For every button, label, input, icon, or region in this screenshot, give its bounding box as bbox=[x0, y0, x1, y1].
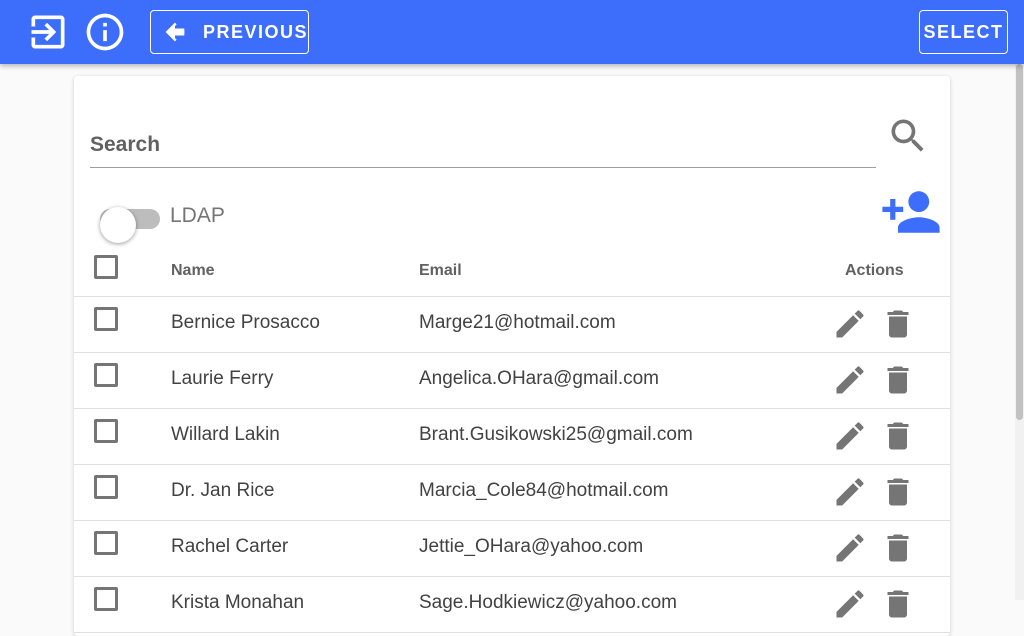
scrollbar-thumb[interactable] bbox=[1016, 64, 1023, 420]
login-icon[interactable] bbox=[26, 10, 70, 54]
previous-button-label: PREVIOUS bbox=[202, 21, 308, 42]
previous-button[interactable]: PREVIOUS bbox=[150, 10, 309, 54]
select-button-label: SELECT bbox=[923, 21, 1004, 42]
row-checkbox[interactable] bbox=[94, 307, 118, 331]
delete-icon[interactable] bbox=[880, 586, 916, 622]
info-icon[interactable] bbox=[83, 10, 127, 54]
row-checkbox[interactable] bbox=[94, 475, 118, 499]
user-email: Angelica.OHara@gmail.com bbox=[419, 368, 659, 389]
table-row[interactable]: Krista Monahan Sage.Hodkiewicz@yahoo.com bbox=[74, 576, 950, 633]
search-icon[interactable] bbox=[886, 114, 930, 158]
user-email: Marge21@hotmail.com bbox=[419, 312, 616, 333]
edit-icon[interactable] bbox=[832, 306, 868, 342]
row-checkbox[interactable] bbox=[94, 587, 118, 611]
search-input[interactable] bbox=[90, 104, 876, 166]
user-name: Laurie Ferry bbox=[171, 368, 274, 389]
table-header: Name Email Actions bbox=[74, 246, 950, 297]
users-card: LDAP Name Email Actions Bernice Prosacco… bbox=[74, 76, 950, 636]
user-name: Dr. Jan Rice bbox=[171, 480, 275, 501]
page-scrollbar[interactable] bbox=[1015, 64, 1024, 600]
row-checkbox[interactable] bbox=[94, 419, 118, 443]
column-header-actions: Actions bbox=[845, 262, 904, 279]
ldap-filter: LDAP bbox=[90, 202, 390, 243]
table-row[interactable]: Laurie Ferry Angelica.OHara@gmail.com bbox=[74, 352, 950, 409]
user-name: Bernice Prosacco bbox=[171, 312, 320, 333]
user-email: Brant.Gusikowski25@gmail.com bbox=[419, 424, 693, 445]
delete-icon[interactable] bbox=[880, 418, 916, 454]
table-row[interactable]: Bernice Prosacco Marge21@hotmail.com bbox=[74, 296, 950, 353]
row-checkbox[interactable] bbox=[94, 531, 118, 555]
edit-icon[interactable] bbox=[832, 362, 868, 398]
delete-icon[interactable] bbox=[880, 306, 916, 342]
select-button[interactable]: SELECT bbox=[919, 10, 1008, 54]
delete-icon[interactable] bbox=[880, 362, 916, 398]
user-email: Jettie_OHara@yahoo.com bbox=[419, 536, 644, 557]
user-name: Rachel Carter bbox=[171, 536, 289, 557]
delete-icon[interactable] bbox=[880, 530, 916, 566]
row-checkbox[interactable] bbox=[94, 363, 118, 387]
edit-icon[interactable] bbox=[832, 530, 868, 566]
ldap-toggle[interactable] bbox=[100, 207, 160, 243]
select-all-checkbox[interactable] bbox=[94, 255, 118, 279]
user-name: Willard Lakin bbox=[171, 424, 280, 445]
ldap-toggle-thumb[interactable] bbox=[100, 207, 136, 243]
edit-icon[interactable] bbox=[832, 418, 868, 454]
search-field bbox=[90, 104, 876, 168]
delete-icon[interactable] bbox=[880, 474, 916, 510]
edit-icon[interactable] bbox=[832, 474, 868, 510]
user-name: Krista Monahan bbox=[171, 592, 305, 613]
top-toolbar: PREVIOUS SELECT bbox=[0, 0, 1024, 64]
column-header-name[interactable]: Name bbox=[171, 262, 215, 280]
user-email: Sage.Hodkiewicz@yahoo.com bbox=[419, 592, 677, 613]
table-row[interactable]: Dr. Jan Rice Marcia_Cole84@hotmail.com bbox=[74, 464, 950, 521]
add-user-icon[interactable] bbox=[878, 186, 944, 238]
table-row[interactable]: Rachel Carter Jettie_OHara@yahoo.com bbox=[74, 520, 950, 577]
edit-icon[interactable] bbox=[832, 586, 868, 622]
ldap-label: LDAP bbox=[170, 204, 225, 227]
user-email: Marcia_Cole84@hotmail.com bbox=[419, 480, 669, 501]
arrow-back-icon bbox=[165, 22, 185, 42]
table-row[interactable]: Willard Lakin Brant.Gusikowski25@gmail.c… bbox=[74, 408, 950, 465]
column-header-email[interactable]: Email bbox=[419, 262, 462, 280]
